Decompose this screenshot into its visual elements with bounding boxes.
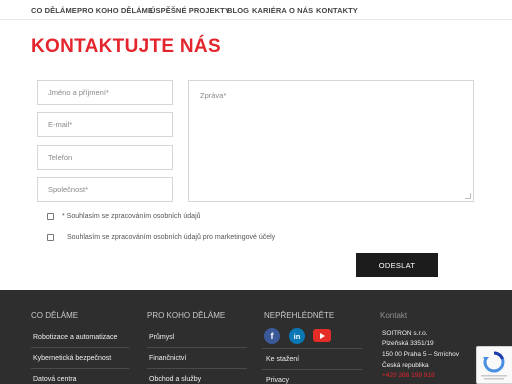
footer-link-robotizace[interactable]: Robotizace a automatizace bbox=[33, 334, 117, 341]
linkedin-icon[interactable]: in bbox=[289, 328, 305, 344]
nav-o-nas[interactable]: O NÁS bbox=[289, 6, 313, 15]
name-field[interactable]: Jméno a příjmení* bbox=[37, 80, 173, 105]
contact-country: Česká republika bbox=[382, 362, 429, 369]
footer-link-kyberneticka[interactable]: Kybernetická bezpečnost bbox=[33, 355, 111, 362]
nav-pro-koho-delame[interactable]: PRO KOHO DĚLÁME bbox=[77, 6, 153, 15]
nav-kontakty[interactable]: KONTAKTY bbox=[316, 6, 358, 15]
nav-blog[interactable]: BLOG bbox=[227, 6, 249, 15]
footer-divider bbox=[262, 348, 362, 349]
footer-heading-neprehlednete: NEPŘEHLÉDNĚTE bbox=[264, 311, 335, 320]
footer-heading-co-delame: CO DĚLÁME bbox=[31, 311, 79, 320]
recaptcha-icon bbox=[481, 351, 507, 380]
footer-divider bbox=[147, 368, 247, 369]
message-placeholder: Zpráva* bbox=[200, 91, 227, 100]
footer-heading-pro-koho: PRO KOHO DĚLÁME bbox=[147, 311, 226, 320]
nav-co-delame[interactable]: CO DĚLÁME bbox=[31, 6, 77, 15]
footer-link-ke-stazeni[interactable]: Ke stažení bbox=[266, 356, 299, 363]
footer-divider bbox=[147, 347, 247, 348]
phone-field[interactable]: Telefon bbox=[37, 145, 173, 170]
message-field[interactable]: Zpráva* bbox=[188, 80, 474, 202]
consent-marketing-label: Souhlasím se zpracováním osobních údajů … bbox=[67, 234, 276, 241]
top-nav: CO DĚLÁME PRO KOHO DĚLÁME ÚSPĚŠNÉ PROJEK… bbox=[0, 0, 512, 20]
footer-divider bbox=[31, 368, 129, 369]
youtube-icon[interactable] bbox=[313, 329, 331, 342]
consent-marketing-checkbox[interactable] bbox=[47, 234, 54, 241]
contact-street: Plzeňská 3351/19 bbox=[382, 340, 434, 347]
contact-city: 150 00 Praha 5 – Smíchov bbox=[382, 351, 459, 358]
resize-handle-icon[interactable] bbox=[465, 193, 471, 199]
footer-divider bbox=[31, 347, 129, 348]
recaptcha-badge[interactable] bbox=[476, 346, 512, 384]
nav-kariera[interactable]: KARIÉRA bbox=[252, 6, 287, 15]
facebook-icon[interactable]: f bbox=[264, 328, 280, 344]
email-field[interactable]: E-mail* bbox=[37, 112, 173, 137]
contact-phone[interactable]: +420 266 199 918 bbox=[382, 372, 435, 379]
consent-personal-checkbox[interactable] bbox=[47, 213, 54, 220]
footer-divider bbox=[262, 369, 362, 370]
footer-link-prumysl[interactable]: Průmysl bbox=[149, 334, 174, 341]
nav-uspesne-projekty[interactable]: ÚSPĚŠNÉ PROJEKTY bbox=[150, 6, 230, 15]
footer-heading-kontakt: Kontakt bbox=[380, 311, 408, 320]
contact-company: SOITRON s.r.o. bbox=[382, 330, 428, 337]
consent-personal-label: * Souhlasím se zpracováním osobních údaj… bbox=[62, 213, 201, 220]
footer-link-obchod[interactable]: Obchod a služby bbox=[149, 376, 201, 383]
footer-link-financnictvi[interactable]: Finančnictví bbox=[149, 355, 186, 362]
footer-link-datova-centra[interactable]: Datová centra bbox=[33, 376, 77, 383]
page-title: KONTAKTUJTE NÁS bbox=[31, 36, 221, 57]
footer-link-privacy[interactable]: Privacy bbox=[266, 377, 289, 384]
company-field[interactable]: Společnost* bbox=[37, 177, 173, 202]
submit-button[interactable]: ODESLAT bbox=[356, 253, 438, 277]
